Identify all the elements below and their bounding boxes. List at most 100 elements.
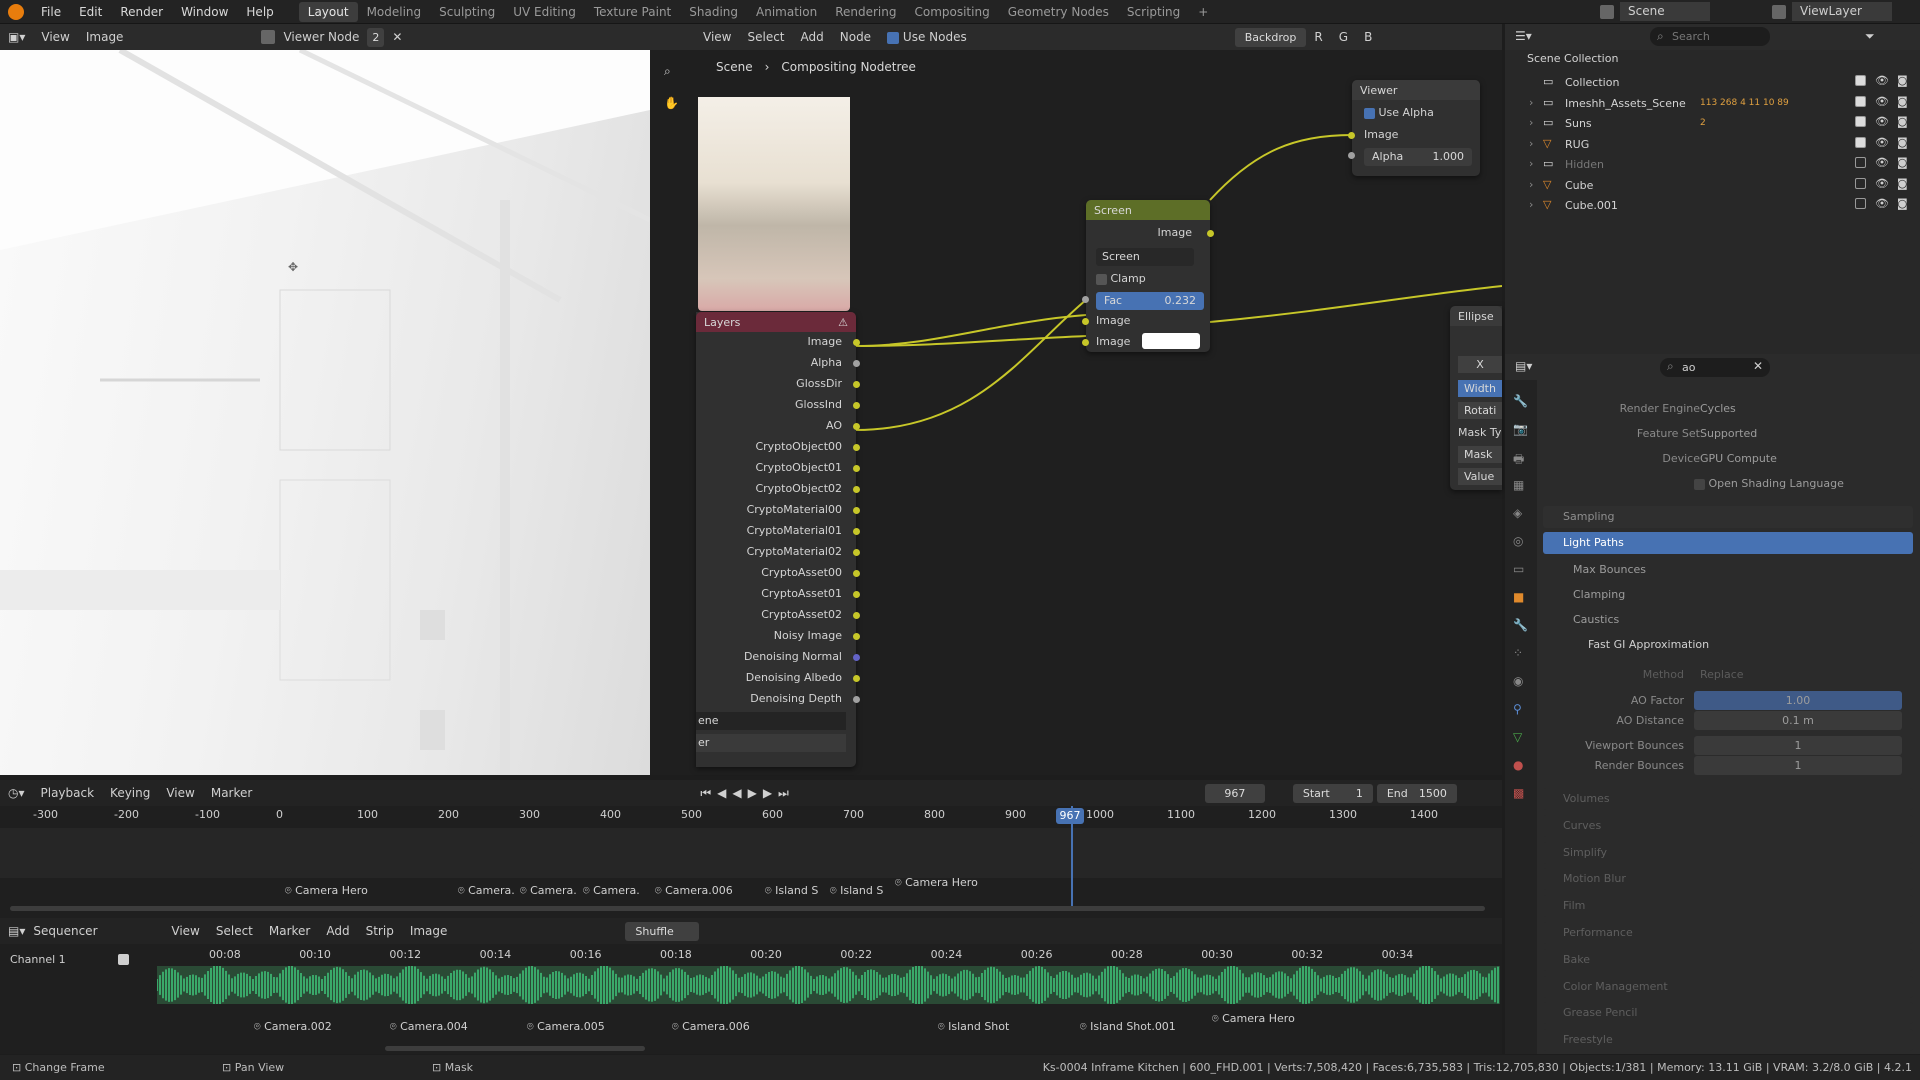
outliner-item[interactable]: › ▭ Hidden 👁 ◙ <box>1505 155 1920 175</box>
render-layers-header[interactable]: Layers ⚠ <box>696 312 856 332</box>
end-frame-field[interactable]: End 1500 <box>1376 783 1457 803</box>
screen-mix-node[interactable]: Screen Image Screen Clamp Fac 0.232 Image… <box>1082 200 1214 352</box>
section-caustics[interactable]: Caustics <box>1573 613 1619 626</box>
timeline-menu-keying[interactable]: Keying <box>102 786 158 800</box>
ellipse-x-field[interactable]: X <box>1458 356 1502 373</box>
channel-g[interactable]: G <box>1331 30 1356 44</box>
channel-r[interactable]: R <box>1306 30 1330 44</box>
tab-texture-paint[interactable]: Texture Paint <box>585 2 680 22</box>
menu-edit[interactable]: Edit <box>72 5 109 19</box>
object-tab-icon[interactable]: ■ <box>1513 590 1524 604</box>
outliner-item[interactable]: › ▽ RUG 👁 ◙ <box>1505 135 1920 155</box>
tab-rendering[interactable]: Rendering <box>826 2 905 22</box>
modifier-tab-icon[interactable]: 🔧 <box>1513 618 1528 632</box>
sequencer-marker[interactable]: ⌾ Camera.002 <box>254 1020 332 1034</box>
scene-tab-icon[interactable]: ◈ <box>1513 506 1522 520</box>
render-layers-output-socket[interactable] <box>853 612 860 619</box>
use-nodes-checkbox[interactable]: Use Nodes <box>879 30 975 44</box>
mix-input2-socket[interactable] <box>1082 339 1089 346</box>
tab-animation[interactable]: Animation <box>747 2 826 22</box>
blend-mode-select[interactable]: Screen <box>1096 248 1194 266</box>
constraints-tab-icon[interactable]: ⚲ <box>1513 702 1522 716</box>
ao-factor-field[interactable]: 1.00 <box>1694 691 1902 710</box>
visibility-eye-icon[interactable]: 👁 <box>1875 115 1889 128</box>
render-layers-output-socket[interactable] <box>853 360 860 367</box>
alpha-socket[interactable] <box>1348 152 1355 159</box>
viewer-header[interactable]: Viewer <box>1352 80 1480 100</box>
tab-sculpting[interactable]: Sculpting <box>430 2 504 22</box>
viewer-image-socket[interactable] <box>1348 132 1355 139</box>
scene-name[interactable]: Scene <box>1620 2 1710 21</box>
exclude-checkbox[interactable] <box>1855 95 1866 107</box>
render-layers-output-socket[interactable] <box>853 654 860 661</box>
render-layers-output-socket[interactable] <box>853 696 860 703</box>
image-menu-image[interactable]: Image <box>78 30 132 44</box>
sequencer-editor-select[interactable]: Sequencer <box>33 924 163 938</box>
osl-checkbox[interactable]: Open Shading Language <box>1694 477 1844 490</box>
render-layers-output-socket[interactable] <box>853 486 860 493</box>
use-alpha-checkbox[interactable]: Use Alpha <box>1364 106 1434 119</box>
sequencer-marker[interactable]: ⌾ Island Shot.001 <box>1080 1020 1176 1034</box>
alpha-field[interactable]: Alpha 1.000 <box>1364 148 1472 166</box>
timeline-marker[interactable]: ⌾ Island S <box>830 884 883 898</box>
render-layers-output-socket[interactable] <box>853 633 860 640</box>
section-sampling[interactable]: Sampling <box>1543 506 1913 528</box>
visibility-eye-icon[interactable]: 👁 <box>1875 177 1889 190</box>
material-tab-icon[interactable]: ● <box>1513 758 1523 772</box>
render-camera-icon[interactable]: ◙ <box>1897 74 1908 87</box>
clamp-checkbox[interactable]: Clamp <box>1096 272 1146 285</box>
data-tab-icon[interactable]: ▽ <box>1513 730 1522 744</box>
expand-chevron-icon[interactable]: › <box>1529 137 1533 150</box>
backdrop-button[interactable]: Backdrop <box>1234 27 1307 47</box>
timeline-marker[interactable]: ⌾ Camera Hero <box>285 884 368 898</box>
view-layer-tab-icon[interactable]: ▦ <box>1513 478 1524 492</box>
expand-chevron-icon[interactable]: › <box>1529 178 1533 191</box>
menu-window[interactable]: Window <box>174 5 235 19</box>
node-menu-select[interactable]: Select <box>739 30 792 44</box>
zoom-icon[interactable]: ⌕ <box>664 64 671 79</box>
timeline-area[interactable]: -300 -200 -100 0 100 200 300 400 500 600 700 800 900… <box>0 806 1502 918</box>
sequencer-scrollbar[interactable] <box>385 1046 645 1051</box>
seq-menu-add[interactable]: Add <box>318 924 357 938</box>
add-workspace-icon[interactable]: + <box>1189 2 1217 22</box>
render-layers-output-socket[interactable] <box>853 339 860 346</box>
device-select[interactable]: GPU Compute <box>1700 452 1777 465</box>
sequencer-marker[interactable]: ⌾ Island Shot <box>938 1020 1009 1034</box>
render-layers-output-socket[interactable] <box>853 465 860 472</box>
image-browse-icon[interactable] <box>261 30 276 44</box>
outliner-search-input[interactable]: Search <box>1650 27 1770 46</box>
exclude-checkbox[interactable] <box>1855 157 1866 168</box>
sequencer-editor-icon[interactable]: ▤▾ <box>0 924 33 938</box>
outliner-item[interactable]: › ▭ Suns 2 👁 ◙ <box>1505 114 1920 134</box>
ellipse-width-field[interactable]: Width <box>1458 380 1502 397</box>
render-layers-output-socket[interactable] <box>853 675 860 682</box>
sequencer-area[interactable]: Channel 1 00:08 00:10 00:12 00:14 00:16 00:18… <box>0 944 1502 1054</box>
seq-menu-select[interactable]: Select <box>208 924 261 938</box>
particles-tab-icon[interactable]: ⁘ <box>1513 646 1523 660</box>
exclude-checkbox[interactable] <box>1855 75 1866 86</box>
render-layers-output-socket[interactable] <box>853 549 860 556</box>
render-camera-icon[interactable]: ◙ <box>1897 197 1908 210</box>
render-bounces-field[interactable]: 1 <box>1694 756 1902 775</box>
outliner-item[interactable]: › ▭ Imeshh_Assets_Scene 113 268 4 11 10 89 👁… <box>1505 94 1920 114</box>
visibility-eye-icon[interactable]: 👁 <box>1875 74 1889 87</box>
image-menu-view[interactable]: View <box>33 30 77 44</box>
layer-field[interactable]: er <box>696 734 846 752</box>
render-camera-icon[interactable]: ◙ <box>1897 136 1908 149</box>
section-clamping[interactable]: Clamping <box>1573 588 1625 601</box>
section-volumes[interactable]: Volumes <box>1543 788 1913 810</box>
expand-chevron-icon[interactable]: › <box>1529 198 1533 211</box>
render-layers-output-socket[interactable] <box>853 381 860 388</box>
tab-layout[interactable]: Layout <box>298 2 358 22</box>
view-layer-name[interactable]: ViewLayer <box>1792 2 1892 21</box>
ao-distance-field[interactable]: 0.1 m <box>1694 711 1902 730</box>
filter-icon[interactable]: ⏷ <box>1865 29 1875 44</box>
section-film[interactable]: Film <box>1543 895 1913 918</box>
timeline-marker[interactable]: ⌾ Island S <box>765 884 818 898</box>
section-simplify[interactable]: Simplify <box>1543 841 1913 864</box>
viewer-node[interactable]: Viewer Use Alpha Image Alpha 1.000 <box>1348 80 1480 176</box>
blender-logo-icon[interactable] <box>8 4 24 20</box>
image-close-icon[interactable]: ✕ <box>384 30 410 44</box>
image-name[interactable]: Viewer Node <box>275 30 367 44</box>
tab-uv-editing[interactable]: UV Editing <box>504 2 585 22</box>
